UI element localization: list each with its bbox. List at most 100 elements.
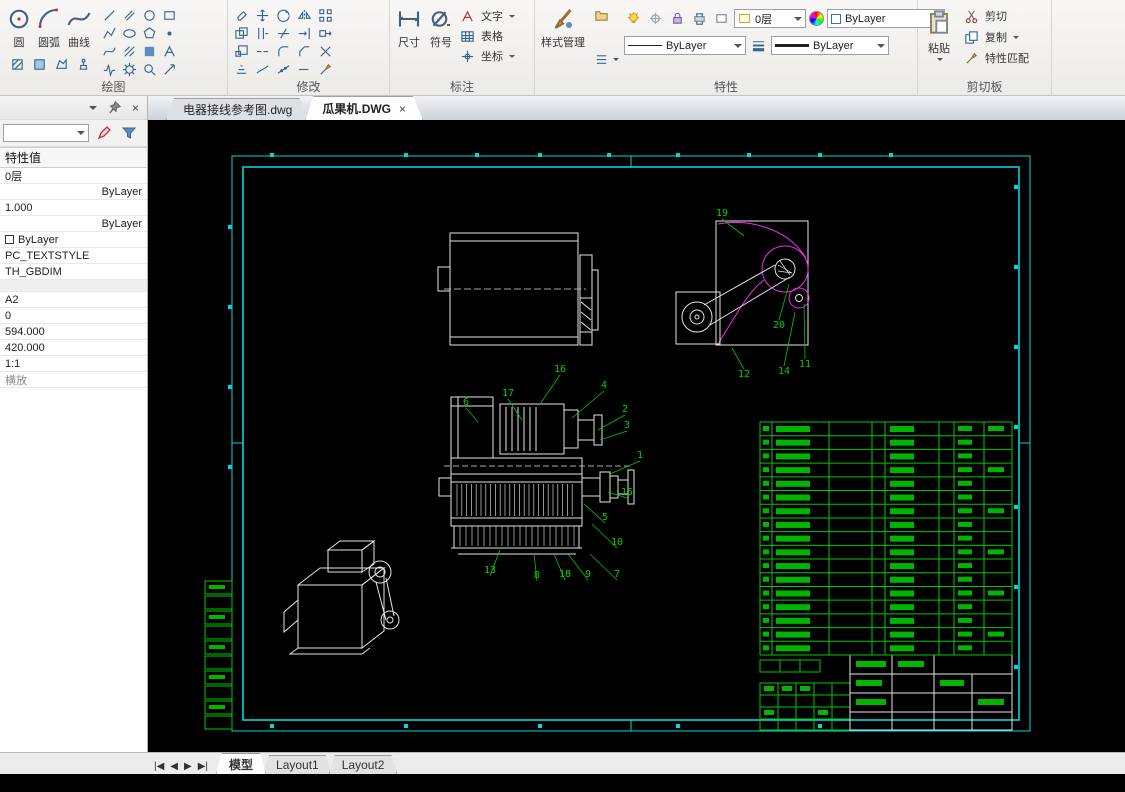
array-icon[interactable] bbox=[316, 6, 335, 24]
tab-close-icon[interactable]: × bbox=[399, 102, 406, 116]
layer-freeze-icon[interactable] bbox=[646, 10, 665, 28]
hatch-icon[interactable] bbox=[120, 42, 139, 60]
extend-icon[interactable] bbox=[295, 24, 314, 42]
gradient-icon[interactable] bbox=[30, 55, 49, 73]
next-tab-button[interactable]: ▶ bbox=[182, 761, 194, 772]
prev-tab-button[interactable]: ◀ bbox=[168, 761, 180, 772]
point-icon[interactable] bbox=[160, 24, 179, 42]
cut-icon bbox=[962, 7, 981, 25]
property-row-papersize[interactable]: A2 bbox=[0, 292, 147, 308]
paste-button[interactable]: 粘贴 bbox=[922, 4, 956, 68]
tab-layout2[interactable]: Layout2 bbox=[329, 755, 398, 774]
lineweight-icon[interactable] bbox=[749, 37, 768, 55]
mirror-icon[interactable] bbox=[295, 6, 314, 24]
tool-style-manager[interactable]: 样式管理 bbox=[539, 4, 587, 70]
palette-dropdown-icon[interactable] bbox=[89, 106, 97, 110]
tool-coord[interactable]: 坐标 bbox=[458, 46, 515, 66]
magnifier-icon[interactable] bbox=[140, 60, 159, 78]
property-row-rotation[interactable]: 0 bbox=[0, 308, 147, 324]
edit-style-button[interactable] bbox=[93, 123, 114, 144]
match-properties-button[interactable]: 特性匹配 bbox=[962, 48, 1029, 68]
line-icon[interactable] bbox=[100, 6, 119, 24]
property-row-scale[interactable]: 1:1 bbox=[0, 356, 147, 372]
property-row-layer[interactable]: 0层 bbox=[0, 168, 147, 184]
layer-plot-icon[interactable] bbox=[690, 10, 709, 28]
property-row-lineweight[interactable]: ByLayer bbox=[0, 232, 147, 248]
lengthen-icon[interactable] bbox=[295, 60, 314, 78]
command-bar[interactable] bbox=[0, 774, 1125, 792]
last-tab-button[interactable]: ▶| bbox=[196, 761, 210, 772]
align-icon[interactable] bbox=[232, 60, 251, 78]
join-icon[interactable] bbox=[253, 60, 272, 78]
spline-icon[interactable] bbox=[100, 42, 119, 60]
first-tab-button[interactable]: |◀ bbox=[152, 761, 166, 772]
linetype-select[interactable]: ByLayer bbox=[624, 36, 746, 55]
trim-icon[interactable] bbox=[274, 24, 293, 42]
ellipse-icon[interactable] bbox=[120, 24, 139, 42]
folder-icon[interactable] bbox=[592, 6, 611, 24]
doc-tab-reference-drawing[interactable]: 电器接线参考图.dwg bbox=[166, 98, 309, 120]
stretch-icon[interactable] bbox=[316, 24, 335, 42]
doc-tab-guaguoji[interactable]: 瓜果机.DWG × bbox=[305, 96, 423, 120]
small-circle-icon[interactable] bbox=[140, 6, 159, 24]
property-row-width[interactable]: 594.000 bbox=[0, 324, 147, 340]
select-filter-button[interactable] bbox=[118, 123, 139, 144]
chamfer-icon[interactable] bbox=[295, 42, 314, 60]
region-icon[interactable] bbox=[52, 55, 71, 73]
rectangle-icon[interactable] bbox=[160, 6, 179, 24]
formula-curve-icon[interactable] bbox=[100, 60, 119, 78]
divide-icon[interactable] bbox=[274, 60, 293, 78]
tool-arc[interactable]: 圆弧 bbox=[34, 4, 64, 52]
polyline-icon[interactable] bbox=[100, 24, 119, 42]
tool-symbol[interactable]: 符号 bbox=[426, 4, 456, 66]
layer-lock-icon[interactable] bbox=[668, 10, 687, 28]
polygon-icon[interactable] bbox=[140, 24, 159, 42]
layer-select[interactable]: 0层 bbox=[734, 9, 806, 28]
hatch-fill-icon[interactable] bbox=[8, 55, 27, 73]
layer-on-icon[interactable] bbox=[624, 10, 643, 28]
tab-layout1[interactable]: Layout1 bbox=[263, 755, 332, 774]
scale-icon[interactable] bbox=[232, 42, 251, 60]
stamp-icon[interactable] bbox=[74, 55, 93, 73]
paste-icon bbox=[924, 6, 954, 38]
parallel-lines-icon[interactable] bbox=[120, 6, 139, 24]
arrow-icon[interactable] bbox=[160, 60, 179, 78]
copy-button[interactable]: 复制 bbox=[962, 27, 1029, 47]
property-row-height[interactable]: 420.000 bbox=[0, 340, 147, 356]
copy-small-icon[interactable] bbox=[232, 24, 251, 42]
tool-circle[interactable]: 圆 bbox=[4, 4, 34, 52]
explode-icon[interactable] bbox=[316, 42, 335, 60]
tool-text[interactable]: 文字 bbox=[458, 6, 515, 26]
offset-icon[interactable] bbox=[253, 24, 272, 42]
cut-button[interactable]: 剪切 bbox=[962, 6, 1029, 26]
break-icon[interactable] bbox=[253, 42, 272, 60]
tool-dimension[interactable]: 尺寸 bbox=[394, 4, 424, 66]
drawing-canvas[interactable]: 16 4 17 6 2 3 1 15 5 10 13 8 18 9 7 19 2… bbox=[148, 120, 1125, 752]
property-row-dimstyle[interactable]: TH_GBDIM bbox=[0, 264, 147, 280]
tool-curve[interactable]: 曲线 bbox=[64, 4, 94, 52]
palette-close-icon[interactable]: × bbox=[132, 101, 139, 115]
selection-filter-combo[interactable] bbox=[3, 124, 89, 142]
gear-icon[interactable] bbox=[120, 60, 139, 78]
draw-mini-grid bbox=[100, 4, 180, 78]
property-row-color[interactable]: ByLayer bbox=[0, 184, 147, 200]
layer-frame-icon[interactable] bbox=[712, 10, 731, 28]
lineweight-select[interactable]: ByLayer bbox=[771, 36, 889, 55]
rotate-icon[interactable] bbox=[274, 6, 293, 24]
drawing-area[interactable]: 16 4 17 6 2 3 1 15 5 10 13 8 18 9 7 19 2… bbox=[148, 120, 1125, 752]
match-brush-icon[interactable] bbox=[316, 60, 335, 78]
tab-model[interactable]: 模型 bbox=[216, 753, 266, 774]
property-row-textstyle[interactable]: PC_TEXTSTYLE bbox=[0, 248, 147, 264]
fill-icon[interactable] bbox=[140, 42, 159, 60]
style-list-button[interactable] bbox=[592, 50, 619, 68]
text-small-icon[interactable] bbox=[160, 42, 179, 60]
color-wheel-icon[interactable] bbox=[809, 11, 824, 26]
fillet-icon[interactable] bbox=[274, 42, 293, 60]
property-row-linetype[interactable]: ByLayer bbox=[0, 216, 147, 232]
tool-table[interactable]: 表格 bbox=[458, 26, 515, 46]
pin-icon[interactable] bbox=[105, 99, 124, 117]
move-icon[interactable] bbox=[253, 6, 272, 24]
property-row-ltscale[interactable]: 1.000 bbox=[0, 200, 147, 216]
property-row-orientation[interactable]: 横放 bbox=[0, 372, 147, 388]
erase-icon[interactable] bbox=[232, 6, 251, 24]
